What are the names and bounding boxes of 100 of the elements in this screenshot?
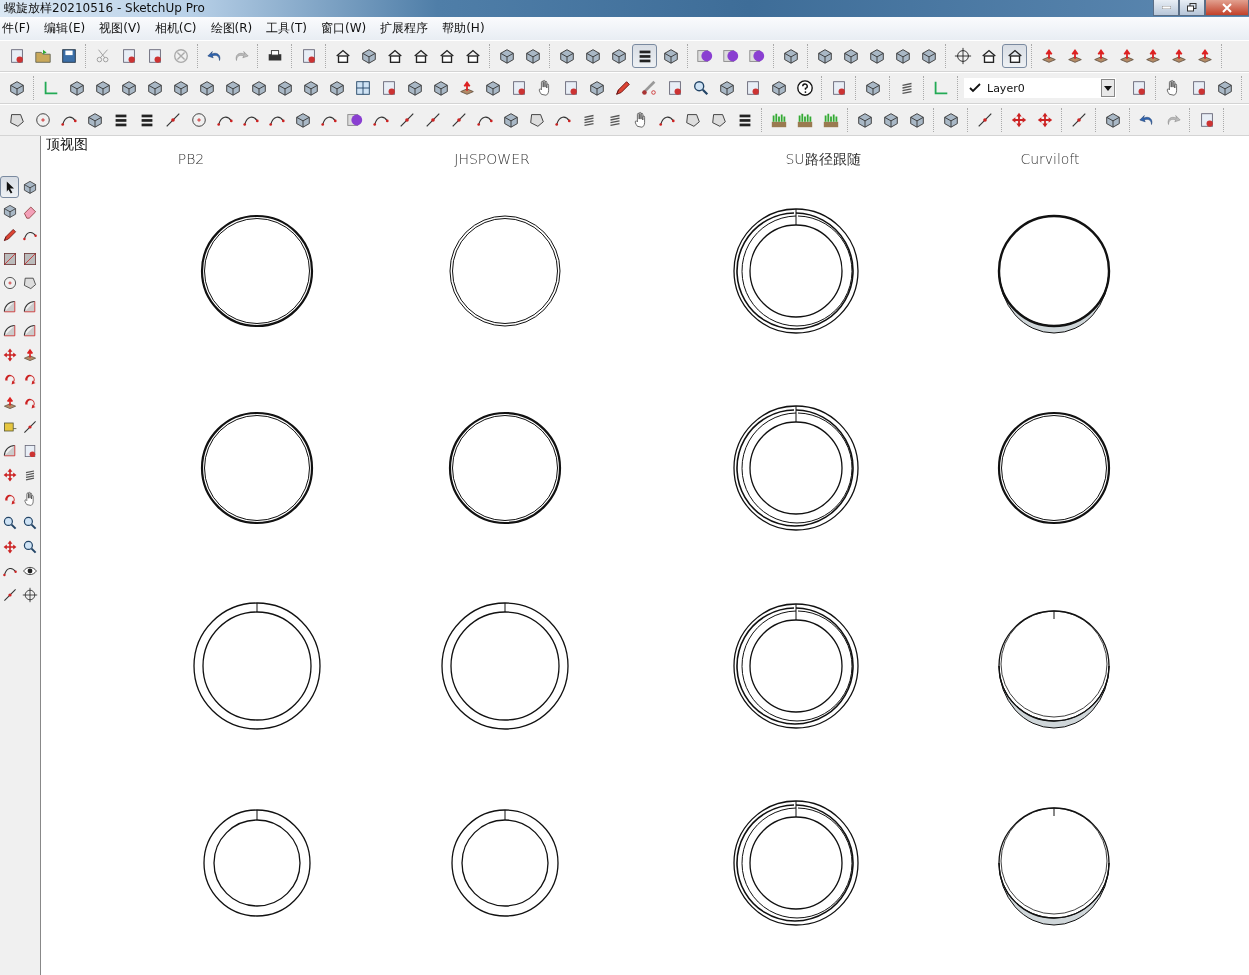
- search-icon: [691, 79, 710, 97]
- line-icon: [21, 419, 38, 435]
- stack-button[interactable]: [632, 44, 657, 68]
- arc-icon: [1, 299, 18, 315]
- cube-icon: [275, 79, 294, 97]
- house-icon: [333, 47, 352, 65]
- maximize-button[interactable]: [1179, 0, 1205, 16]
- cube-icon: [587, 79, 606, 97]
- arrow-box-icon: [1169, 47, 1188, 65]
- target-icon: [21, 587, 38, 603]
- folder-icon: [33, 47, 52, 65]
- cube-icon: [483, 79, 502, 97]
- polygon-icon: [21, 275, 38, 291]
- help-icon: [795, 79, 814, 97]
- close-button[interactable]: [1205, 0, 1249, 16]
- sphere-icon: [695, 47, 714, 65]
- move-icon: [1, 467, 18, 483]
- restore-icon: [1187, 3, 1197, 12]
- cube-icon: [501, 111, 520, 129]
- grass-icon: [821, 111, 840, 129]
- polygon-icon: [527, 111, 546, 129]
- menu-item[interactable]: 工具(T): [259, 20, 314, 37]
- target-icon: [953, 47, 972, 65]
- move-icon: [1035, 111, 1054, 129]
- cube-icon: [523, 47, 542, 65]
- cube-icon: [223, 79, 242, 97]
- cube-icon: [21, 179, 38, 195]
- arrow-box-icon: [1091, 47, 1110, 65]
- grass-icon: [795, 111, 814, 129]
- rectangle-icon: [1, 251, 18, 267]
- menu-item[interactable]: 绘图(R): [203, 20, 260, 37]
- window-title: 螺旋放样20210516 - SketchUp Pro: [3, 0, 205, 17]
- menu-item[interactable]: 帮助(H): [435, 20, 492, 37]
- cube-icon: [93, 79, 112, 97]
- cube-icon: [893, 47, 912, 65]
- cube-icon: [609, 47, 628, 65]
- cube-icon: [781, 47, 800, 65]
- menu-item[interactable]: 件(F): [0, 20, 38, 37]
- arc-icon: [1, 323, 18, 339]
- circle-icon: [189, 111, 208, 129]
- menu-item[interactable]: 窗口(W): [313, 20, 374, 37]
- cube-icon: [7, 79, 26, 97]
- house-button[interactable]: [1002, 44, 1027, 68]
- cube-icon: [145, 79, 164, 97]
- layer-name: Layer0: [987, 81, 1026, 95]
- cube-icon: [815, 47, 834, 65]
- layer-select[interactable]: Layer0: [964, 78, 1116, 98]
- circle-icon: [1, 275, 18, 291]
- cube-icon: [67, 79, 86, 97]
- cube-icon: [497, 47, 516, 65]
- circle-x-icon: [171, 47, 190, 65]
- column-label: SU路径跟随: [785, 151, 861, 169]
- minimize-icon: [1161, 6, 1171, 9]
- cube-icon: [197, 79, 216, 97]
- cube-icon: [941, 111, 960, 129]
- dropdown-button[interactable]: [1101, 79, 1115, 97]
- menu-item[interactable]: 视图(V): [92, 20, 148, 37]
- cube-icon: [1103, 111, 1122, 129]
- search-icon: [21, 515, 38, 531]
- cube-icon: [327, 79, 346, 97]
- cube-icon: [249, 79, 268, 97]
- sphere-icon: [721, 47, 740, 65]
- cube-icon: [907, 111, 926, 129]
- cube-icon: [85, 111, 104, 129]
- menu-item[interactable]: 相机(C): [147, 20, 204, 37]
- arrow-box-icon: [21, 347, 38, 363]
- menu-item[interactable]: 扩展程序: [373, 20, 436, 37]
- cube-icon: [405, 79, 424, 97]
- house-icon: [463, 47, 482, 65]
- cube-icon: [557, 47, 576, 65]
- line-icon: [1, 587, 18, 603]
- cube-icon: [863, 79, 882, 97]
- arc-icon: [21, 299, 38, 315]
- menu-item[interactable]: 编辑(E): [37, 20, 93, 37]
- cube-icon: [919, 47, 938, 65]
- cube-icon: [301, 79, 320, 97]
- arrow-box-icon: [1, 395, 18, 411]
- house-icon: [411, 47, 430, 65]
- move-icon: [1, 347, 18, 363]
- cube-icon: [661, 47, 680, 65]
- arc-icon: [21, 323, 38, 339]
- cube-icon: [359, 47, 378, 65]
- cursor-button[interactable]: [0, 176, 19, 198]
- save-icon: [59, 47, 78, 65]
- house-icon: [385, 47, 404, 65]
- move-icon: [1009, 111, 1028, 129]
- cube-icon: [293, 111, 312, 129]
- sphere-icon: [747, 47, 766, 65]
- arc-icon: [1, 443, 18, 459]
- cube-icon: [855, 111, 874, 129]
- polygon-icon: [709, 111, 728, 129]
- house-icon: [979, 47, 998, 65]
- circle-icon: [33, 111, 52, 129]
- cube-icon: [431, 79, 450, 97]
- view-label: 顶视图: [46, 136, 88, 154]
- rectangle-icon: [21, 251, 38, 267]
- grass-icon: [769, 111, 788, 129]
- close-icon: [1222, 2, 1232, 13]
- cube-icon: [583, 47, 602, 65]
- minimize-button[interactable]: [1153, 0, 1179, 16]
